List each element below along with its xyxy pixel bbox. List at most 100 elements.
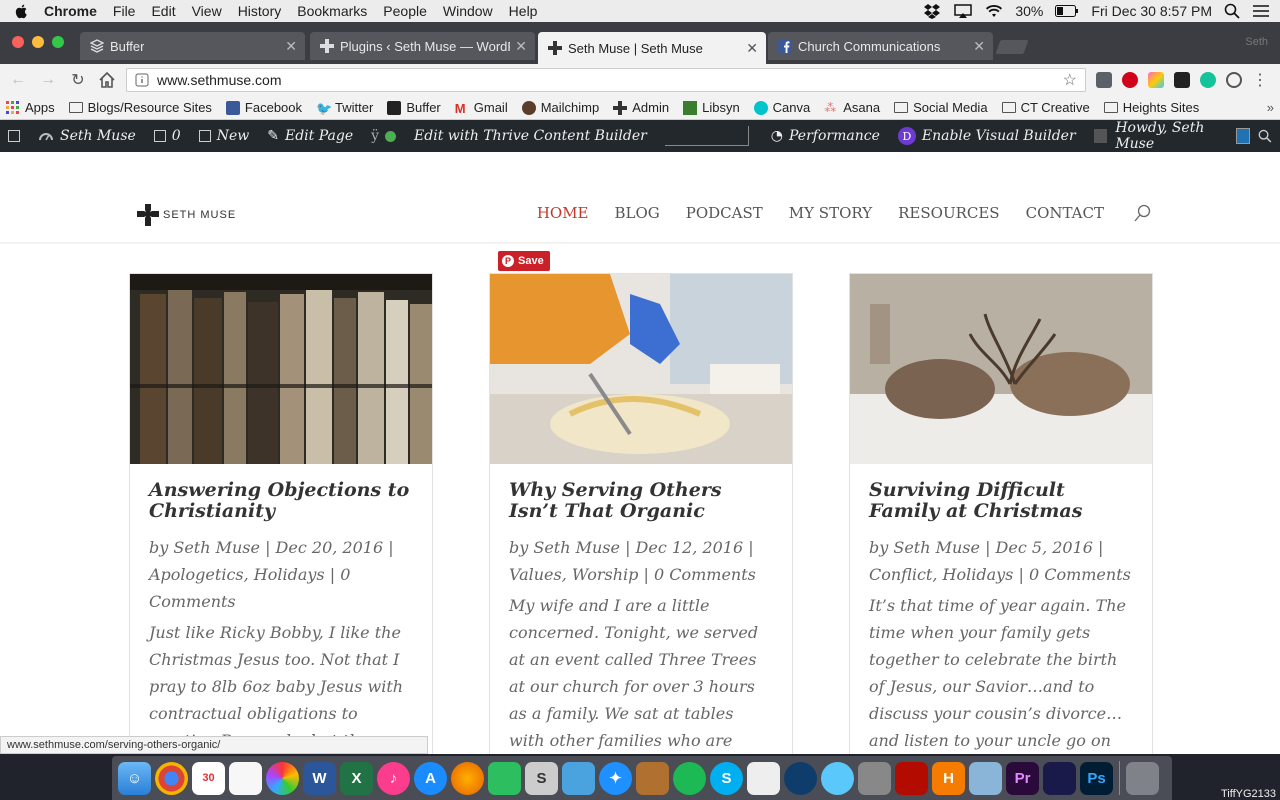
- wp-edit-page[interactable]: ✎ Edit Page: [267, 128, 353, 144]
- scrivener-icon[interactable]: S: [525, 761, 558, 795]
- battery-icon[interactable]: [1055, 5, 1079, 17]
- finder-icon[interactable]: ☺: [118, 761, 151, 795]
- post-title[interactable]: Why Serving Others Isn’t That Organic: [509, 480, 773, 522]
- home-icon[interactable]: [98, 71, 116, 89]
- minimize-window-button[interactable]: [32, 36, 44, 48]
- wp-comments[interactable]: 0: [153, 128, 181, 144]
- chrome-icon[interactable]: [155, 761, 188, 795]
- search-icon[interactable]: [1134, 204, 1152, 222]
- tab-plugins[interactable]: Plugins ‹ Seth Muse — WordPr ✕: [310, 32, 535, 60]
- clock[interactable]: Fri Dec 30 8:57 PM: [1091, 3, 1212, 19]
- forward-icon[interactable]: →: [38, 70, 58, 90]
- acrobat-icon[interactable]: [895, 761, 928, 795]
- tab-buffer[interactable]: Buffer ✕: [80, 32, 305, 60]
- close-window-button[interactable]: [12, 36, 24, 48]
- howdy-user[interactable]: Howdy, Seth Muse: [1115, 120, 1228, 152]
- calendar-icon[interactable]: 30: [192, 761, 225, 795]
- extension-icon[interactable]: [1148, 72, 1164, 88]
- spotlight-search-icon[interactable]: [1224, 3, 1240, 19]
- avatar[interactable]: [1236, 128, 1251, 144]
- reminders-icon[interactable]: [229, 761, 262, 795]
- evernote-icon[interactable]: [488, 761, 521, 795]
- back-icon[interactable]: ←: [8, 70, 28, 90]
- bookmark-admin[interactable]: Admin: [613, 100, 669, 115]
- premiere-icon[interactable]: Pr: [1006, 761, 1039, 795]
- quicktime-icon[interactable]: [784, 761, 817, 795]
- apple-icon[interactable]: [14, 3, 30, 19]
- bookmark-folder-ct-creative[interactable]: CT Creative: [1001, 100, 1090, 115]
- dropbox-app-icon[interactable]: [562, 761, 595, 795]
- nav-resources[interactable]: RESOURCES: [898, 204, 999, 222]
- preview-icon[interactable]: [858, 761, 891, 795]
- nav-blog[interactable]: BLOG: [615, 204, 660, 222]
- word-icon[interactable]: W: [303, 761, 336, 795]
- bookmark-gmail[interactable]: M Gmail: [455, 100, 508, 116]
- close-tab-icon[interactable]: ✕: [746, 40, 758, 57]
- close-tab-icon[interactable]: ✕: [515, 38, 527, 55]
- post-image-books[interactable]: [130, 274, 432, 464]
- hype-icon[interactable]: H: [932, 761, 965, 795]
- airplay-icon[interactable]: [953, 3, 973, 19]
- menu-edit[interactable]: Edit: [143, 0, 183, 22]
- page-info-icon[interactable]: [135, 73, 149, 87]
- excel-icon[interactable]: X: [340, 761, 373, 795]
- photoshop-icon[interactable]: Ps: [1080, 761, 1113, 795]
- search-icon[interactable]: [1258, 128, 1272, 144]
- nav-my-story[interactable]: MY STORY: [789, 204, 872, 222]
- tab-church-communications[interactable]: Church Communications ✕: [768, 32, 993, 60]
- menu-history[interactable]: History: [230, 0, 290, 22]
- wp-performance[interactable]: ◔ Performance: [771, 128, 880, 144]
- garageband-icon[interactable]: [636, 761, 669, 795]
- wp-new[interactable]: New: [198, 128, 249, 144]
- post-image-serving[interactable]: [490, 274, 792, 464]
- wp-site-link[interactable]: Seth Muse: [38, 128, 136, 144]
- motion-icon[interactable]: [1043, 761, 1076, 795]
- extension-icon[interactable]: [1096, 72, 1112, 88]
- menu-bookmarks[interactable]: Bookmarks: [289, 0, 375, 22]
- wifi-icon[interactable]: [985, 4, 1003, 18]
- notification-icon[interactable]: [1093, 129, 1108, 143]
- bookmark-libsyn[interactable]: Libsyn: [683, 100, 740, 115]
- new-tab-button[interactable]: [995, 40, 1029, 54]
- pinterest-icon[interactable]: [1122, 72, 1138, 88]
- nav-podcast[interactable]: PODCAST: [686, 204, 763, 222]
- site-logo[interactable]: SETH MUSE: [137, 204, 236, 226]
- nav-home[interactable]: HOME: [537, 204, 589, 222]
- app-menu-chrome[interactable]: Chrome: [36, 0, 105, 22]
- itunes-icon[interactable]: ♪: [377, 761, 410, 795]
- chrome-menu-icon[interactable]: ⋮: [1252, 70, 1268, 90]
- post-image-deer[interactable]: [850, 274, 1152, 464]
- thrive-content-builder[interactable]: Edit with Thrive Content Builder: [414, 128, 647, 144]
- spotify-icon[interactable]: [673, 761, 706, 795]
- bookmark-folder-social-media[interactable]: Social Media: [894, 100, 988, 115]
- skype-icon[interactable]: S: [710, 761, 743, 795]
- post-title[interactable]: Surviving Difficult Family at Christmas: [869, 480, 1133, 522]
- extension-icon[interactable]: [1226, 72, 1242, 88]
- menu-file[interactable]: File: [105, 0, 144, 22]
- bookmarks-overflow-icon[interactable]: »: [1267, 100, 1274, 115]
- bookmark-star-icon[interactable]: ☆: [1063, 70, 1077, 90]
- url-text[interactable]: www.sethmuse.com: [157, 72, 1055, 88]
- pinterest-save-button[interactable]: P Save: [498, 251, 550, 271]
- wp-menu-toggle[interactable]: [8, 130, 20, 142]
- buffer-extension-icon[interactable]: [1174, 72, 1190, 88]
- enable-visual-builder[interactable]: D Enable Visual Builder: [897, 127, 1076, 145]
- zoom-window-button[interactable]: [52, 36, 64, 48]
- post-title[interactable]: Answering Objections to Christianity: [149, 480, 413, 522]
- nav-contact[interactable]: CONTACT: [1026, 204, 1104, 222]
- bookmark-buffer[interactable]: Buffer: [387, 100, 441, 115]
- grammarly-icon[interactable]: [1200, 72, 1216, 88]
- bookmark-apps[interactable]: Apps: [6, 100, 55, 115]
- bookmark-twitter[interactable]: 🐦 Twitter: [316, 100, 373, 116]
- photos-icon[interactable]: [266, 761, 299, 795]
- reload-icon[interactable]: ↻: [68, 70, 88, 90]
- messages-icon[interactable]: [821, 761, 854, 795]
- tab-seth-muse[interactable]: Seth Muse | Seth Muse ✕: [538, 32, 766, 64]
- menu-view[interactable]: View: [184, 0, 230, 22]
- firefox-icon[interactable]: [451, 761, 484, 795]
- dropbox-icon[interactable]: [923, 3, 941, 19]
- menu-window[interactable]: Window: [435, 0, 501, 22]
- bookmark-folder-blogs[interactable]: Blogs/Resource Sites: [68, 100, 212, 115]
- bookmark-folder-heights-sites[interactable]: Heights Sites: [1103, 100, 1199, 115]
- trash-icon[interactable]: [1126, 761, 1159, 795]
